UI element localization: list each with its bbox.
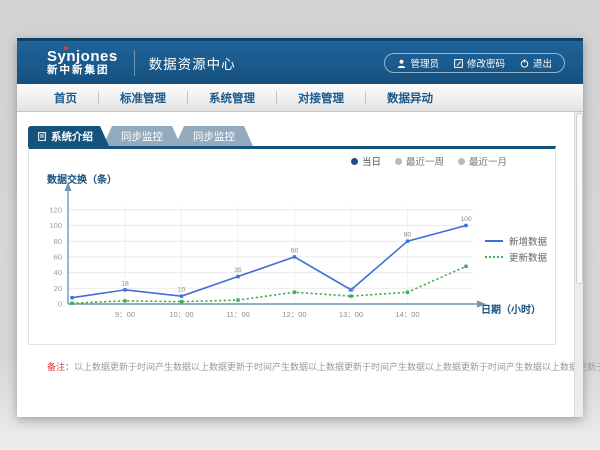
user-icon: [397, 59, 406, 68]
main-nav: 首页 标准管理 系统管理 对接管理 数据异动: [17, 84, 583, 112]
desktop-background: Synjones 新中新集团 数据资源中心 管理员 修改密码 退出: [0, 0, 600, 450]
radio-label: 最近一周: [406, 154, 444, 168]
header-divider: [134, 50, 135, 76]
svg-text:60: 60: [291, 247, 299, 254]
svg-text:0: 0: [58, 300, 62, 309]
green-dotted-line-icon: [485, 256, 503, 258]
admin-user-button[interactable]: 管理员: [397, 56, 439, 70]
svg-text:10: 10: [347, 287, 355, 294]
company-logo: Synjones 新中新集团: [47, 49, 118, 76]
radio-dot-icon: [395, 158, 402, 165]
svg-text:10: 10: [178, 287, 186, 294]
legend-item-updated-data[interactable]: 更新数据: [485, 249, 549, 265]
content-area: 系统介绍 同步监控 同步监控 当日 最近一周: [17, 112, 583, 417]
admin-user-label: 管理员: [410, 56, 439, 70]
radio-label: 当日: [362, 154, 381, 168]
app-window: Synjones 新中新集团 数据资源中心 管理员 修改密码 退出: [17, 38, 583, 417]
svg-text:18: 18: [121, 280, 129, 287]
x-axis-title: 日期（小时）: [481, 301, 541, 316]
svg-text:12：00: 12：00: [282, 310, 306, 319]
legend-item-new-data[interactable]: 新增数据: [485, 233, 549, 249]
logout-button[interactable]: 退出: [520, 56, 552, 70]
svg-text:100: 100: [460, 216, 472, 223]
document-icon: [38, 132, 46, 141]
legend-label: 更新数据: [509, 250, 547, 264]
nav-item-data-change[interactable]: 数据异动: [366, 90, 454, 106]
svg-text:80: 80: [54, 237, 62, 246]
radio-dot-icon: [351, 158, 358, 165]
svg-text:60: 60: [54, 253, 62, 262]
blue-line-icon: [485, 240, 503, 242]
tab-system-intro[interactable]: 系统介绍: [28, 126, 109, 146]
note-prefix: 备注：: [47, 362, 74, 372]
tab-sync-monitor-1[interactable]: 同步监控: [103, 126, 181, 146]
svg-text:10：00: 10：00: [169, 310, 193, 319]
radio-today[interactable]: 当日: [351, 154, 381, 168]
tab-sync-monitor-2[interactable]: 同步监控: [175, 126, 253, 146]
vertical-scrollbar[interactable]: [574, 112, 583, 417]
svg-text:20: 20: [54, 284, 62, 293]
nav-item-system-mgmt[interactable]: 系统管理: [188, 90, 276, 106]
user-menu: 管理员 修改密码 退出: [384, 53, 565, 73]
period-radio-group: 当日 最近一周 最近一月: [351, 154, 507, 168]
tab-label: 系统介绍: [51, 129, 93, 144]
edit-icon: [454, 59, 463, 68]
svg-text:40: 40: [54, 268, 62, 277]
svg-text:100: 100: [49, 221, 62, 230]
tab-label: 同步监控: [193, 129, 235, 144]
svg-text:35: 35: [234, 267, 242, 274]
nav-item-interface-mgmt[interactable]: 对接管理: [277, 90, 365, 106]
change-password-label: 修改密码: [467, 56, 505, 70]
radio-last-month[interactable]: 最近一月: [458, 154, 507, 168]
app-header: Synjones 新中新集团 数据资源中心 管理员 修改密码 退出: [17, 38, 583, 84]
radio-dot-icon: [458, 158, 465, 165]
svg-text:14：00: 14：00: [395, 310, 419, 319]
power-icon: [520, 59, 529, 68]
chart-legend: 新增数据 更新数据: [485, 233, 549, 265]
chart-panel: 当日 最近一周 最近一月 数据交换（条） 0204060801001209：00…: [28, 146, 556, 345]
svg-text:120: 120: [49, 205, 62, 214]
scrollbar-thumb[interactable]: [576, 113, 583, 284]
line-chart: 0 20 40 60 80 100 120 9：00 10：00 11：00 12：00 13：00 1…: [29, 179, 549, 329]
page-title: 数据资源中心: [149, 53, 236, 73]
svg-text:13：00: 13：00: [339, 310, 363, 319]
legend-label: 新增数据: [509, 234, 547, 248]
radio-last-week[interactable]: 最近一周: [395, 154, 444, 168]
change-password-button[interactable]: 修改密码: [454, 56, 505, 70]
nav-item-standard-mgmt[interactable]: 标准管理: [99, 90, 187, 106]
radio-label: 最近一月: [469, 154, 507, 168]
svg-text:11：00: 11：00: [226, 310, 250, 319]
tab-bar: 系统介绍 同步监控 同步监控: [28, 126, 253, 146]
nav-item-home[interactable]: 首页: [33, 90, 98, 106]
logo-line2: 新中新集团: [47, 65, 118, 76]
svg-text:9：00: 9：00: [115, 310, 135, 319]
logout-label: 退出: [533, 56, 552, 70]
svg-text:80: 80: [404, 232, 412, 239]
footer-note: 备注：以上数据更新于时间产生数据以上数据更新于时间产生数据以上数据更新于时间产生…: [47, 360, 600, 373]
note-text: 以上数据更新于时间产生数据以上数据更新于时间产生数据以上数据更新于时间产生数据以…: [74, 362, 600, 372]
logo-line1: Synjones: [47, 49, 118, 65]
tab-label: 同步监控: [121, 129, 163, 144]
